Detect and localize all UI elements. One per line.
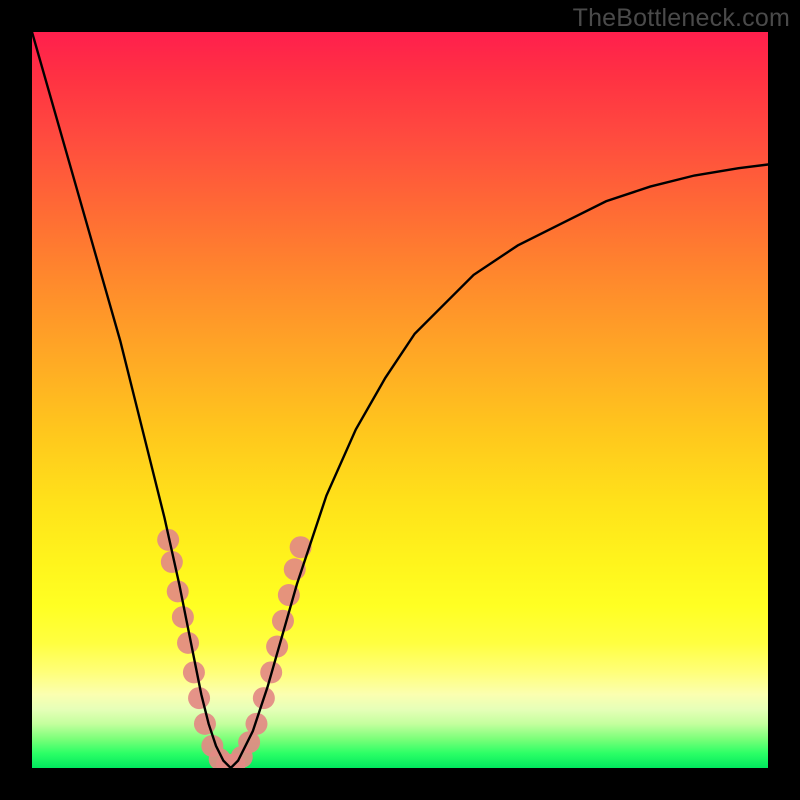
data-marker [272,610,294,632]
chart-svg [32,32,768,768]
data-marker [188,687,210,709]
data-marker [183,661,205,683]
watermark-text: TheBottleneck.com [573,4,790,33]
chart-frame: TheBottleneck.com [0,0,800,800]
marker-layer [157,529,311,768]
bottleneck-curve [32,32,768,768]
data-marker [194,713,216,735]
plot-area [32,32,768,768]
data-marker [167,580,189,602]
data-marker [172,606,194,628]
data-marker [177,632,199,654]
